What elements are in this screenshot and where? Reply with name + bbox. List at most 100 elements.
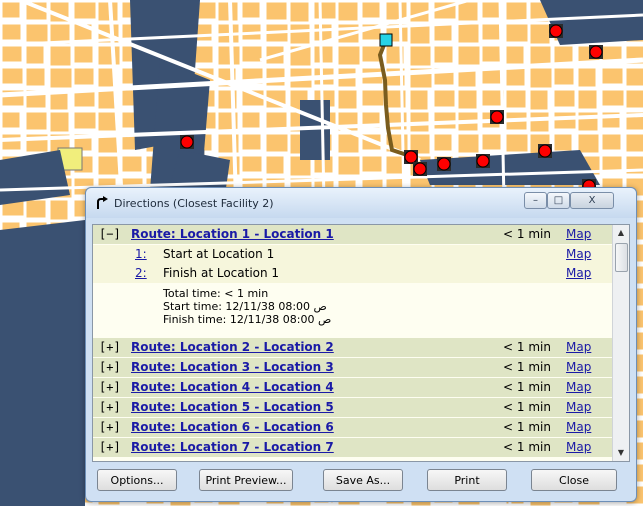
step-number-link[interactable]: 1: xyxy=(135,247,147,261)
parcel xyxy=(481,45,503,63)
route-duration: < 1 min xyxy=(503,227,551,241)
route-map-link[interactable]: Map xyxy=(566,380,591,394)
maximize-button[interactable]: □ xyxy=(547,192,570,209)
parcel xyxy=(409,45,432,67)
save-as-button[interactable]: Save As... xyxy=(323,469,403,491)
print-preview-button[interactable]: Print Preview... xyxy=(199,469,293,491)
route-link[interactable]: Route: Location 5 - Location 5 xyxy=(131,400,334,414)
step-row-2: 2: Finish at Location 1 Map xyxy=(93,264,613,283)
route-map-link[interactable]: Map xyxy=(566,440,591,454)
parcel xyxy=(409,89,429,111)
facility-marker xyxy=(538,144,552,158)
parcel xyxy=(97,1,119,22)
maximize-icon: □ xyxy=(553,195,564,206)
parcel xyxy=(241,155,263,173)
route-map-link[interactable]: Map xyxy=(566,227,591,241)
parcel xyxy=(601,133,622,151)
route-link[interactable]: Route: Location 6 - Location 6 xyxy=(131,420,334,434)
parcel xyxy=(505,1,528,21)
parcel xyxy=(481,23,502,41)
route-link[interactable]: Route: Location 2 - Location 2 xyxy=(131,340,334,354)
route-link[interactable]: Route: Location 4 - Location 4 xyxy=(131,380,334,394)
parcel xyxy=(25,199,47,219)
parcel xyxy=(241,1,261,19)
facility-marker xyxy=(180,135,194,149)
incident-marker xyxy=(379,33,393,47)
scroll-thumb[interactable] xyxy=(615,243,628,272)
parcel xyxy=(265,133,289,153)
total-time: Total time: < 1 min xyxy=(163,287,269,300)
expand-toggle[interactable]: [+] xyxy=(99,420,121,434)
route-row: [+] Route: Location 4 - Location 4 < 1 m… xyxy=(93,378,613,397)
close-button[interactable]: Close xyxy=(531,469,617,491)
facility-marker xyxy=(476,154,490,168)
parcel xyxy=(337,45,361,66)
parcel xyxy=(289,23,311,45)
step-map-link[interactable]: Map xyxy=(566,247,591,261)
route-duration: < 1 min xyxy=(503,440,551,454)
route-link-1[interactable]: Route: Location 1 - Location 1 xyxy=(131,227,334,241)
parcel xyxy=(25,111,48,131)
print-button[interactable]: Print xyxy=(427,469,507,491)
route-duration: < 1 min xyxy=(503,340,551,354)
directions-window: Directions (Closest Facility 2) – □ X [−… xyxy=(85,187,637,502)
parcel xyxy=(553,89,576,108)
parcel xyxy=(73,67,95,86)
facility-marker xyxy=(549,24,563,38)
step-number-link[interactable]: 2: xyxy=(135,266,147,280)
directions-arrow-icon xyxy=(97,196,108,209)
route-map-link[interactable]: Map xyxy=(566,340,591,354)
parcel xyxy=(505,89,527,109)
close-window-button[interactable]: X xyxy=(570,192,614,209)
parcel xyxy=(241,45,263,63)
parcel xyxy=(601,89,625,107)
parcel xyxy=(265,67,286,87)
route-map-link[interactable]: Map xyxy=(566,360,591,374)
step-map-link[interactable]: Map xyxy=(566,266,591,280)
parcel xyxy=(241,111,261,129)
parcel xyxy=(49,45,72,67)
expand-toggle[interactable]: [+] xyxy=(99,360,121,374)
parcel xyxy=(265,1,288,21)
directions-list: [−] Route: Location 1 - Location 1 < 1 m… xyxy=(92,224,630,462)
facility-marker xyxy=(404,150,418,164)
parcel xyxy=(1,133,22,151)
finish-time: Finish time: 12/11/38 08:00 ص xyxy=(163,313,332,326)
expand-toggle[interactable]: [+] xyxy=(99,340,121,354)
vertical-scrollbar[interactable]: ▲ ▼ xyxy=(612,225,629,461)
parcel xyxy=(49,67,73,89)
window-title: Directions (Closest Facility 2) xyxy=(114,197,274,210)
route-map-link[interactable]: Map xyxy=(566,420,591,434)
parcel xyxy=(481,1,501,19)
options-button[interactable]: Options... xyxy=(97,469,177,491)
minimize-icon: – xyxy=(533,195,538,206)
route-duration: < 1 min xyxy=(503,360,551,374)
parcel xyxy=(433,23,453,42)
scroll-down-icon[interactable]: ▼ xyxy=(613,445,629,461)
minimize-button[interactable]: – xyxy=(524,192,547,209)
parcel xyxy=(193,45,214,64)
route-duration: < 1 min xyxy=(503,420,551,434)
parcel xyxy=(433,133,453,152)
parcel xyxy=(577,67,597,88)
route-summary: Total time: < 1 min Start time: 12/11/38… xyxy=(93,283,613,335)
parcel xyxy=(457,45,481,66)
start-time: Start time: 12/11/38 08:00 ص xyxy=(163,300,327,313)
route-link[interactable]: Route: Location 7 - Location 7 xyxy=(131,440,334,454)
route-row: [+] Route: Location 5 - Location 5 < 1 m… xyxy=(93,398,613,417)
parcel xyxy=(553,111,577,130)
collapse-toggle[interactable]: [−] xyxy=(99,227,121,241)
parcel xyxy=(337,155,361,176)
title-bar[interactable]: Directions (Closest Facility 2) – □ X xyxy=(86,188,636,218)
parcel xyxy=(577,133,600,154)
parcel xyxy=(361,89,385,107)
expand-toggle[interactable]: [+] xyxy=(99,380,121,394)
scroll-up-icon[interactable]: ▲ xyxy=(613,225,629,241)
route-map-link[interactable]: Map xyxy=(566,400,591,414)
close-icon: X xyxy=(588,195,596,206)
route-link[interactable]: Route: Location 3 - Location 3 xyxy=(131,360,334,374)
parcel xyxy=(1,111,21,129)
expand-toggle[interactable]: [+] xyxy=(99,400,121,414)
expand-toggle[interactable]: [+] xyxy=(99,440,121,454)
parcel xyxy=(25,67,46,87)
